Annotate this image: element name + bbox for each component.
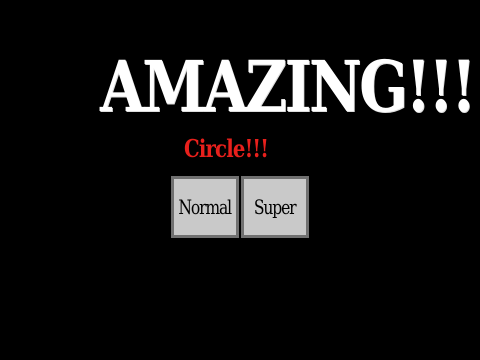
game-subtitle: Circle!!!	[184, 134, 269, 163]
normal-mode-label: Normal	[178, 195, 233, 219]
normal-mode-button[interactable]: Normal	[171, 176, 239, 238]
game-title: AMAZING!!!	[100, 45, 476, 128]
game-stage: AMAZING!!! Circle!!! Normal Super	[0, 0, 480, 360]
super-mode-button[interactable]: Super	[241, 176, 309, 238]
super-mode-label: Super	[254, 195, 297, 219]
